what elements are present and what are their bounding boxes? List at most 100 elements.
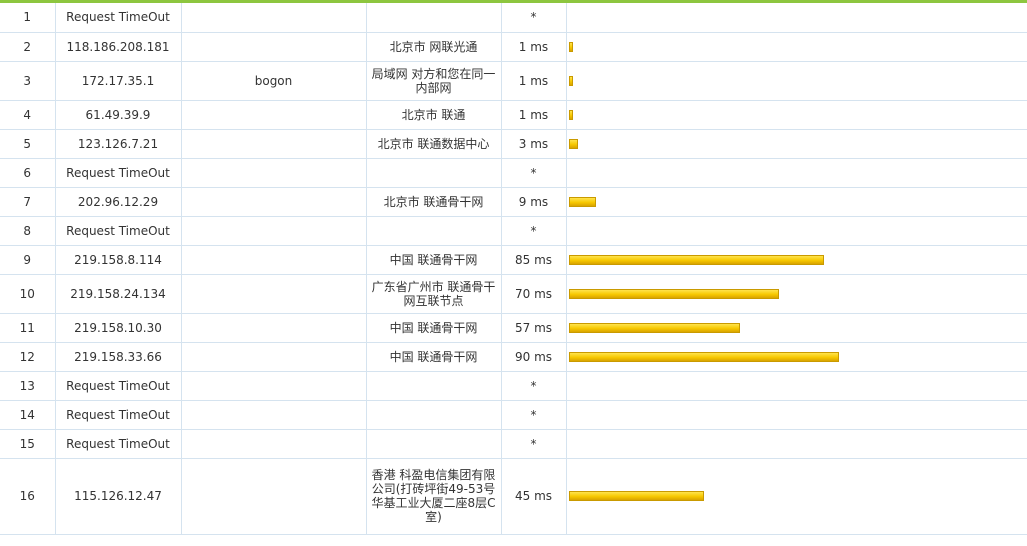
latency-bar-cell bbox=[566, 187, 1027, 217]
hop-hostname bbox=[181, 216, 367, 246]
hop-number: 11 bbox=[0, 313, 56, 343]
hop-latency: 57 ms bbox=[501, 313, 567, 343]
hop-ip: Request TimeOut bbox=[55, 3, 182, 33]
latency-bar-cell bbox=[566, 245, 1027, 275]
latency-bar bbox=[568, 491, 704, 501]
hop-latency: 1 ms bbox=[501, 61, 567, 101]
table-row: 6 Request TimeOut * bbox=[0, 158, 1027, 188]
hop-number: 4 bbox=[0, 100, 56, 130]
table-row: 16 115.126.12.47 香港 科盈电信集团有限公司(打砖坪街49-53号华… bbox=[0, 458, 1027, 535]
hop-latency: * bbox=[501, 371, 567, 401]
hop-number: 9 bbox=[0, 245, 56, 275]
hop-latency: * bbox=[501, 400, 567, 430]
hop-location bbox=[366, 216, 502, 246]
table-row: 4 61.49.39.9 北京市 联通 1 ms bbox=[0, 100, 1027, 130]
hop-location bbox=[366, 3, 502, 33]
latency-bar bbox=[568, 288, 779, 299]
hop-hostname bbox=[181, 3, 367, 33]
hop-hostname bbox=[181, 129, 367, 159]
hop-ip: 202.96.12.29 bbox=[55, 187, 182, 217]
latency-bar-cell bbox=[566, 158, 1027, 188]
hop-ip: Request TimeOut bbox=[55, 371, 182, 401]
traceroute-rows: 1 Request TimeOut * 2 118.186.208.181 北京市 网联光… bbox=[0, 3, 1027, 535]
latency-bar bbox=[568, 75, 573, 86]
hop-hostname bbox=[181, 458, 367, 535]
hop-latency: 1 ms bbox=[501, 32, 567, 62]
table-row: 8 Request TimeOut * bbox=[0, 216, 1027, 246]
hop-hostname bbox=[181, 371, 367, 401]
table-row: 13 Request TimeOut * bbox=[0, 371, 1027, 401]
hop-latency: 3 ms bbox=[501, 129, 567, 159]
latency-bar bbox=[568, 196, 596, 207]
hop-number: 3 bbox=[0, 61, 56, 101]
hop-latency: * bbox=[501, 429, 567, 459]
table-row: 11 219.158.10.30 中国 联通骨干网 57 ms bbox=[0, 313, 1027, 343]
hop-number: 13 bbox=[0, 371, 56, 401]
latency-bar bbox=[568, 254, 824, 265]
table-row: 5 123.126.7.21 北京市 联通数据中心 3 ms bbox=[0, 129, 1027, 159]
hop-ip: 115.126.12.47 bbox=[55, 458, 182, 535]
latency-bar-cell bbox=[566, 61, 1027, 101]
latency-bar bbox=[568, 351, 839, 362]
table-row: 14 Request TimeOut * bbox=[0, 400, 1027, 430]
hop-latency: 45 ms bbox=[501, 458, 567, 535]
hop-number: 10 bbox=[0, 274, 56, 314]
hop-number: 5 bbox=[0, 129, 56, 159]
hop-location: 北京市 联通 bbox=[366, 100, 502, 130]
table-row: 10 219.158.24.134 广东省广州市 联通骨干网互联节点 70 ms bbox=[0, 274, 1027, 314]
hop-hostname bbox=[181, 429, 367, 459]
hop-number: 6 bbox=[0, 158, 56, 188]
hop-hostname bbox=[181, 158, 367, 188]
hop-location: 中国 联通骨干网 bbox=[366, 342, 502, 372]
hop-ip: 61.49.39.9 bbox=[55, 100, 182, 130]
hop-location: 中国 联通骨干网 bbox=[366, 313, 502, 343]
latency-bar-cell bbox=[566, 313, 1027, 343]
latency-bar-cell bbox=[566, 400, 1027, 430]
hop-number: 1 bbox=[0, 3, 56, 33]
hop-hostname bbox=[181, 342, 367, 372]
hop-hostname bbox=[181, 400, 367, 430]
hop-location: 局域网 对方和您在同一内部网 bbox=[366, 61, 502, 101]
hop-hostname bbox=[181, 100, 367, 130]
hop-number: 7 bbox=[0, 187, 56, 217]
hop-location bbox=[366, 158, 502, 188]
hop-number: 8 bbox=[0, 216, 56, 246]
traceroute-table: 1 Request TimeOut * 2 118.186.208.181 北京市 网联光… bbox=[0, 3, 1027, 535]
latency-bar-cell bbox=[566, 100, 1027, 130]
hop-latency: 85 ms bbox=[501, 245, 567, 275]
hop-hostname bbox=[181, 187, 367, 217]
hop-ip: Request TimeOut bbox=[55, 400, 182, 430]
hop-location bbox=[366, 400, 502, 430]
hop-ip: Request TimeOut bbox=[55, 429, 182, 459]
hop-ip: 219.158.8.114 bbox=[55, 245, 182, 275]
latency-bar-cell bbox=[566, 274, 1027, 314]
hop-location: 香港 科盈电信集团有限公司(打砖坪街49-53号华基工业大厦二座8层C室) bbox=[366, 458, 502, 535]
latency-bar-cell bbox=[566, 216, 1027, 246]
hop-latency: 9 ms bbox=[501, 187, 567, 217]
hop-ip: 172.17.35.1 bbox=[55, 61, 182, 101]
table-row: 1 Request TimeOut * bbox=[0, 3, 1027, 33]
hop-latency: * bbox=[501, 158, 567, 188]
hop-ip: Request TimeOut bbox=[55, 158, 182, 188]
latency-bar bbox=[568, 41, 573, 52]
hop-location: 北京市 联通数据中心 bbox=[366, 129, 502, 159]
hop-number: 15 bbox=[0, 429, 56, 459]
hop-latency: * bbox=[501, 216, 567, 246]
hop-latency: * bbox=[501, 3, 567, 33]
hop-location bbox=[366, 429, 502, 459]
table-row: 15 Request TimeOut * bbox=[0, 429, 1027, 459]
hop-hostname bbox=[181, 313, 367, 343]
hop-ip: 219.158.33.66 bbox=[55, 342, 182, 372]
hop-latency: 90 ms bbox=[501, 342, 567, 372]
table-row: 12 219.158.33.66 中国 联通骨干网 90 ms bbox=[0, 342, 1027, 372]
hop-location: 广东省广州市 联通骨干网互联节点 bbox=[366, 274, 502, 314]
hop-location: 北京市 联通骨干网 bbox=[366, 187, 502, 217]
latency-bar-cell bbox=[566, 129, 1027, 159]
latency-bar bbox=[568, 109, 573, 120]
table-row: 9 219.158.8.114 中国 联通骨干网 85 ms bbox=[0, 245, 1027, 275]
hop-number: 14 bbox=[0, 400, 56, 430]
latency-bar-cell bbox=[566, 3, 1027, 33]
latency-bar-cell bbox=[566, 32, 1027, 62]
hop-location bbox=[366, 371, 502, 401]
hop-number: 12 bbox=[0, 342, 56, 372]
